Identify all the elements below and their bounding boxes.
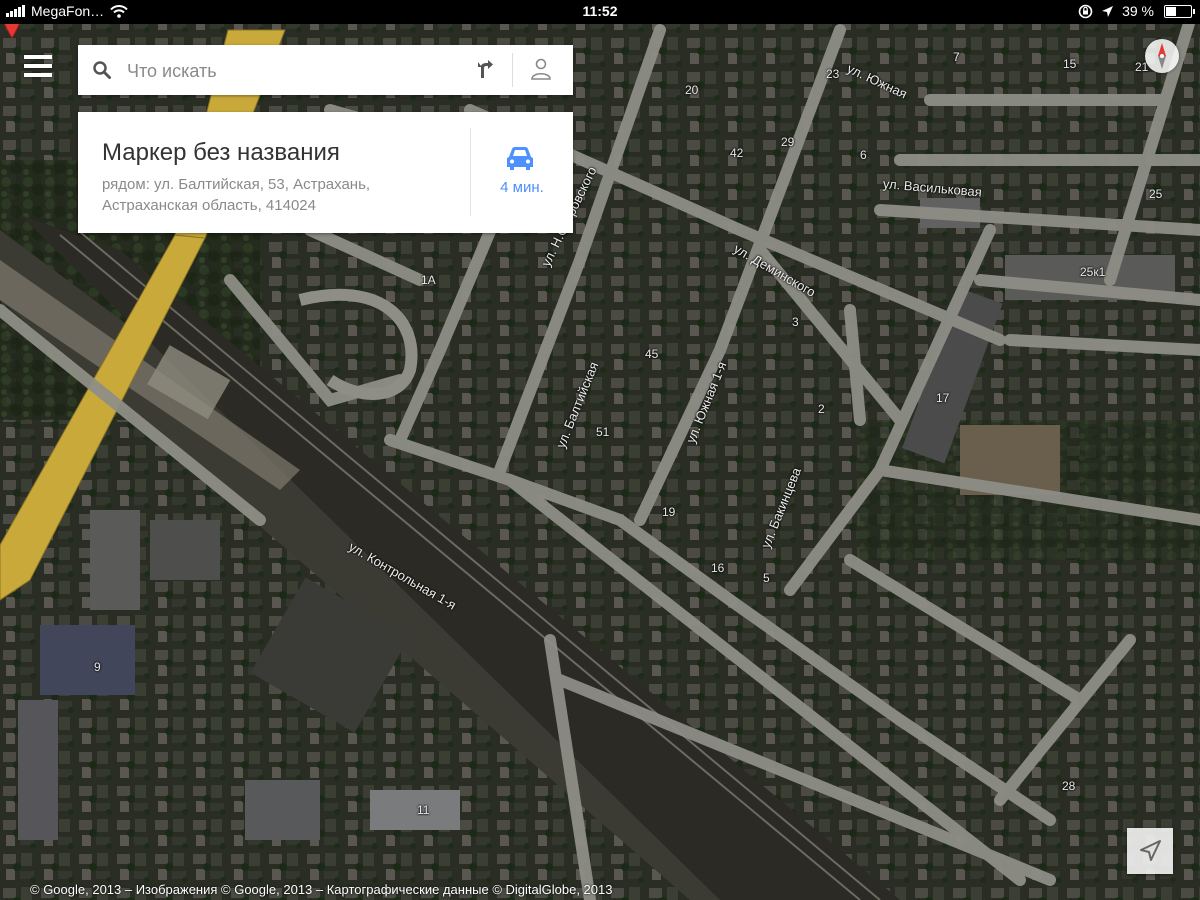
house-number: 25 [1149,187,1163,201]
house-number: 28 [1062,779,1076,793]
search-divider [512,53,513,87]
house-number: 19 [662,505,676,519]
location-arrow-icon [1102,5,1114,17]
my-location-icon [1140,840,1161,861]
house-number: 23 [826,67,840,81]
battery-fill [1166,6,1177,16]
house-number: 17 [936,391,950,405]
house-number: 1А [421,273,436,287]
rotation-lock-icon [1078,4,1093,18]
travel-time: 4 мин. [500,179,544,196]
house-number: 15 [1063,57,1077,71]
house-number: 3 [792,315,799,329]
house-number: 25к1 [1080,265,1106,279]
house-number: 29 [781,135,795,149]
clock: 11:52 [582,3,618,19]
my-location-button[interactable] [1127,828,1173,874]
compass-icon[interactable] [1145,39,1179,73]
menu-icon[interactable] [24,55,52,83]
car-icon [507,147,533,170]
house-number: 20 [685,83,699,97]
map-copyright: © Google, 2013 – Изображения © Google, 2… [30,882,613,897]
status-bar: MegaFon… 11:52 39 % [0,0,1200,24]
house-number: 5 [763,571,770,585]
house-number: 6 [860,148,867,162]
house-number: 11 [417,803,430,817]
house-number: 42 [730,146,744,160]
battery-percentage: 39 % [1122,3,1154,19]
battery-icon [1164,4,1195,18]
house-number: 51 [596,425,610,439]
place-address-line: рядом: ул. Балтийская, 53, Астрахань, [102,176,371,193]
place-title: Маркер без названия [102,139,340,166]
directions-icon[interactable] [472,58,496,82]
search-bar [78,45,573,95]
house-number: 9 [94,660,101,674]
house-number: 16 [711,561,725,575]
search-input[interactable] [125,57,469,85]
place-card[interactable]: Маркер без названия рядом: ул. Балтийска… [78,112,573,233]
account-icon[interactable] [530,57,552,81]
place-address: рядом: ул. Балтийская, 53, Астрахань, Ас… [102,174,442,216]
house-number: 7 [953,50,960,64]
place-address-line: Астраханская область, 414024 [102,197,316,214]
route-button[interactable]: 4 мин. [471,112,573,233]
house-number: 2 [818,402,825,416]
search-icon [93,61,111,79]
house-number: 45 [645,347,659,361]
status-bar-right: 39 % [1078,3,1195,19]
